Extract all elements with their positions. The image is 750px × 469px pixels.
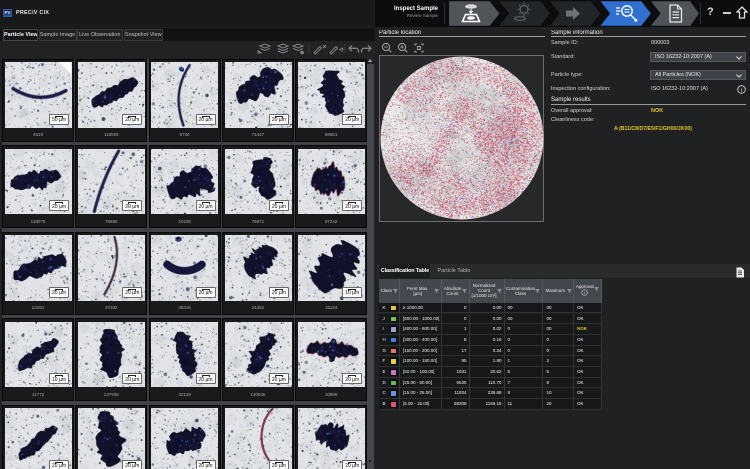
svg-text:i: i — [741, 87, 743, 94]
svg-text:i: i — [584, 290, 585, 295]
